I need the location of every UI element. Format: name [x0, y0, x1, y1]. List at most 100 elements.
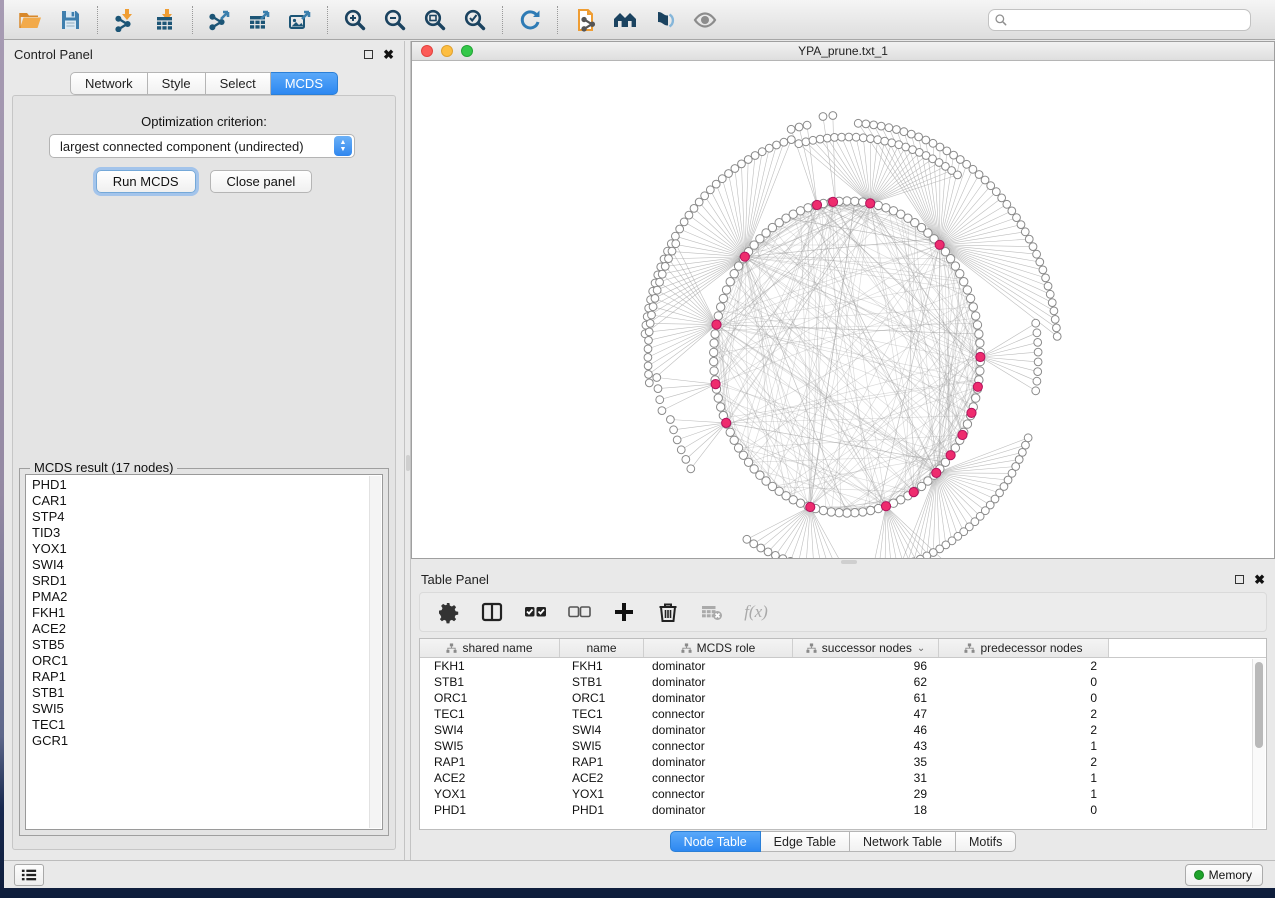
- zoom-out-button[interactable]: [375, 4, 415, 36]
- table-row[interactable]: TEC1TEC1connector472: [420, 706, 1252, 722]
- mcds-result-item[interactable]: GCR1: [32, 733, 368, 749]
- tab-network[interactable]: Network: [70, 72, 148, 95]
- cell-shared-name: YOX1: [420, 787, 560, 801]
- search-input[interactable]: [1012, 12, 1245, 28]
- share-network-document-button[interactable]: [565, 4, 605, 36]
- minimize-window-icon[interactable]: [441, 45, 453, 57]
- tab-select[interactable]: Select: [206, 72, 271, 95]
- table-row[interactable]: ORC1ORC1dominator610: [420, 690, 1252, 706]
- table-options-gear-button[interactable]: [434, 596, 462, 628]
- network-homes-button[interactable]: [605, 4, 645, 36]
- deselect-all-rows-button[interactable]: [566, 596, 594, 628]
- import-network-button[interactable]: [105, 4, 145, 36]
- cell-shared-name: TEC1: [420, 707, 560, 721]
- mcds-list-scrollbar[interactable]: [369, 476, 381, 828]
- mcds-result-item[interactable]: SRD1: [32, 573, 368, 589]
- delete-column-button[interactable]: [654, 596, 682, 628]
- table-row[interactable]: SWI5SWI5connector431: [420, 738, 1252, 754]
- network-canvas[interactable]: [412, 61, 1274, 558]
- export-network-button[interactable]: [200, 4, 240, 36]
- mcds-result-item[interactable]: YOX1: [32, 541, 368, 557]
- maximize-window-icon[interactable]: [461, 45, 473, 57]
- table-row[interactable]: YOX1YOX1connector291: [420, 786, 1252, 802]
- close-panel-icon[interactable]: ✖: [383, 50, 394, 59]
- zoom-selected-button[interactable]: [455, 4, 495, 36]
- select-stepper-icon: ▲▼: [334, 136, 352, 156]
- column-header-name[interactable]: name: [560, 639, 644, 657]
- table-row[interactable]: SWI4SWI4dominator462: [420, 722, 1252, 738]
- table-row[interactable]: STB1STB1dominator620: [420, 674, 1252, 690]
- mcds-result-item[interactable]: SWI4: [32, 557, 368, 573]
- table-row[interactable]: PHD1PHD1dominator180: [420, 802, 1252, 818]
- cell-MCDS-role: dominator: [644, 659, 793, 673]
- close-panel-icon[interactable]: ✖: [1254, 575, 1265, 584]
- scrollbar-thumb[interactable]: [1255, 662, 1263, 748]
- mcds-result-item[interactable]: TEC1: [32, 717, 368, 733]
- add-column-button[interactable]: [610, 596, 638, 628]
- tab-node-table[interactable]: Node Table: [670, 831, 761, 852]
- float-panel-icon[interactable]: [364, 50, 373, 59]
- select-all-rows-button[interactable]: [522, 596, 550, 628]
- import-table-button[interactable]: [145, 4, 185, 36]
- run-mcds-button[interactable]: Run MCDS: [96, 170, 196, 193]
- column-header-shared-name[interactable]: shared name: [420, 639, 560, 657]
- tab-motifs[interactable]: Motifs: [956, 831, 1016, 852]
- vertical-splitter[interactable]: [404, 41, 411, 860]
- mcds-result-item[interactable]: RAP1: [32, 669, 368, 685]
- export-image-button[interactable]: [280, 4, 320, 36]
- table-tabs: Node TableEdge TableNetwork TableMotifs: [411, 831, 1275, 852]
- float-panel-icon[interactable]: [1235, 575, 1244, 584]
- column-header-MCDS-role[interactable]: MCDS role: [644, 639, 793, 657]
- horizontal-splitter[interactable]: [411, 559, 1275, 566]
- cell-MCDS-role: connector: [644, 707, 793, 721]
- open-file-button[interactable]: [10, 4, 50, 36]
- column-header-successor-nodes[interactable]: successor nodes⌄: [793, 639, 939, 657]
- mcds-result-item[interactable]: PMA2: [32, 589, 368, 605]
- mcds-result-item[interactable]: ORC1: [32, 653, 368, 669]
- mcds-result-item[interactable]: STP4: [32, 509, 368, 525]
- column-header-predecessor-nodes[interactable]: predecessor nodes: [939, 639, 1109, 657]
- criterion-select[interactable]: largest connected component (undirected)…: [49, 134, 355, 158]
- tab-edge-table[interactable]: Edge Table: [761, 831, 850, 852]
- cell-successor-nodes: 43: [793, 739, 939, 753]
- splitter-grip[interactable]: [841, 560, 857, 564]
- memory-button[interactable]: Memory: [1185, 864, 1263, 886]
- export-table-button[interactable]: [240, 4, 280, 36]
- table-scrollbar[interactable]: [1252, 659, 1265, 828]
- table-row[interactable]: RAP1RAP1dominator352: [420, 754, 1252, 770]
- table-row[interactable]: FKH1FKH1dominator962: [420, 658, 1252, 674]
- cell-name: ACE2: [560, 771, 644, 785]
- mcds-result-item[interactable]: CAR1: [32, 493, 368, 509]
- tab-style[interactable]: Style: [148, 72, 206, 95]
- export-network-icon: [208, 8, 232, 32]
- splitter-grip[interactable]: [406, 455, 410, 471]
- show-graphics-details-button[interactable]: [685, 4, 725, 36]
- close-window-icon[interactable]: [421, 45, 433, 57]
- save-session-button[interactable]: [50, 4, 90, 36]
- zoom-fit-button[interactable]: [415, 4, 455, 36]
- main-toolbar: [4, 0, 1275, 40]
- refresh-network-button[interactable]: [510, 4, 550, 36]
- zoom-in-button[interactable]: [335, 4, 375, 36]
- mcds-result-item[interactable]: STB5: [32, 637, 368, 653]
- task-history-button[interactable]: [14, 864, 44, 886]
- table-header-row: shared namenameMCDS rolesuccessor nodes⌄…: [420, 639, 1266, 658]
- show-column-button[interactable]: [478, 596, 506, 628]
- close-panel-button[interactable]: Close panel: [210, 170, 313, 193]
- search-box[interactable]: [988, 9, 1251, 31]
- mcds-result-item[interactable]: SWI5: [32, 701, 368, 717]
- tab-network-table[interactable]: Network Table: [850, 831, 956, 852]
- network-window-titlebar[interactable]: YPA_prune.txt_1: [412, 42, 1274, 61]
- hide-graphics-details-button[interactable]: [645, 4, 685, 36]
- mcds-result-item[interactable]: FKH1: [32, 605, 368, 621]
- cell-MCDS-role: dominator: [644, 675, 793, 689]
- table-row[interactable]: ACE2ACE2connector311: [420, 770, 1252, 786]
- mcds-result-item[interactable]: TID3: [32, 525, 368, 541]
- tab-mcds[interactable]: MCDS: [271, 72, 338, 95]
- mcds-result-item[interactable]: PHD1: [32, 477, 368, 493]
- mcds-result-item[interactable]: ACE2: [32, 621, 368, 637]
- mcds-result-list[interactable]: PHD1CAR1STP4TID3YOX1SWI4SRD1PMA2FKH1ACE2…: [25, 474, 383, 830]
- node-table[interactable]: shared namenameMCDS rolesuccessor nodes⌄…: [419, 638, 1267, 830]
- mcds-result-item[interactable]: STB1: [32, 685, 368, 701]
- cell-MCDS-role: connector: [644, 771, 793, 785]
